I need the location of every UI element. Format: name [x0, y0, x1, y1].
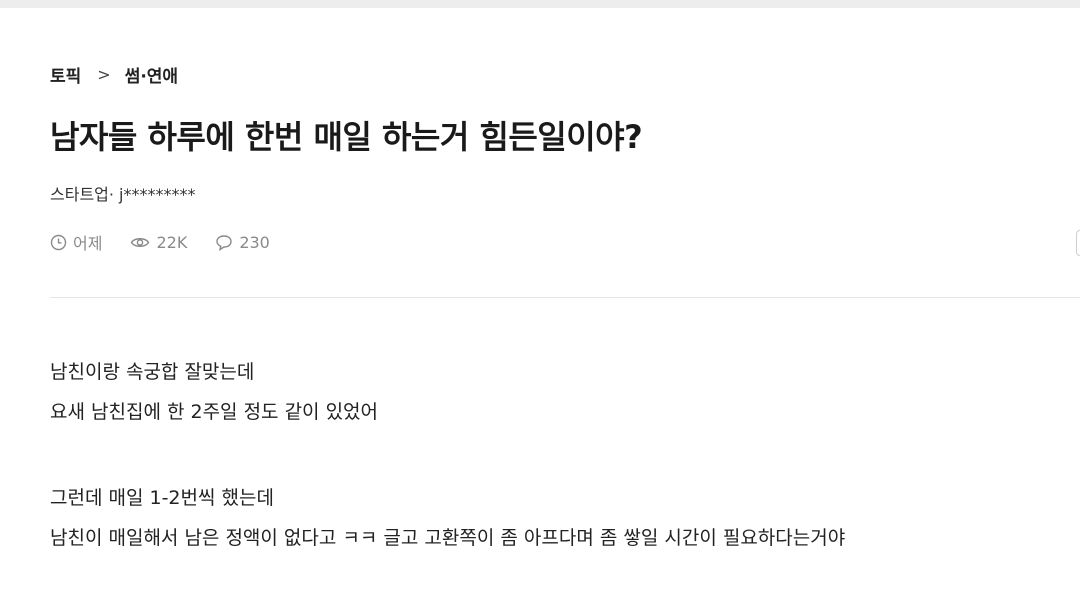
post-body-line: 요새 남친집에 한 2주일 정도 같이 있었어 — [50, 401, 379, 423]
breadcrumb-separator-icon: > — [97, 65, 111, 84]
breadcrumb: 토픽 > 썸·연애 — [50, 62, 178, 87]
post-author[interactable]: 스타트업· j********* — [50, 181, 196, 205]
post-body: 남친이랑 속궁합 잘맞는데 요새 남친집에 한 2주일 정도 같이 있었어 그런… — [50, 352, 1070, 558]
top-strip — [0, 0, 1080, 8]
post-title: 남자들 하루에 한번 매일 하는거 힘든일이야? — [50, 118, 643, 156]
eye-icon — [131, 237, 150, 247]
post-body-line: 남친이랑 속궁합 잘맞는데 — [50, 361, 255, 383]
post-page: 토픽 > 썸·연애 남자들 하루에 한번 매일 하는거 힘든일이야? 스타트업·… — [0, 8, 1080, 600]
meta-comments-count: 230 — [239, 232, 270, 252]
side-button[interactable] — [1076, 230, 1080, 256]
meta-views-count: 22K — [156, 232, 188, 252]
meta-views: 22K — [130, 233, 187, 252]
breadcrumb-category-link[interactable]: 썸·연애 — [125, 62, 178, 87]
post-meta: 어제 22K 230 — [50, 230, 298, 254]
meta-time: 어제 — [50, 230, 102, 254]
meta-time-label: 어제 — [73, 234, 103, 253]
clock-icon — [50, 234, 67, 250]
meta-comments[interactable]: 230 — [215, 233, 270, 252]
comment-icon — [216, 234, 233, 251]
breadcrumb-topic-link[interactable]: 토픽 — [50, 62, 81, 87]
divider — [50, 297, 1080, 298]
post-body-line: 남친이 매일해서 남은 정액이 없다고 ㅋㅋ 글고 고환쪽이 좀 아프다며 좀 … — [50, 527, 846, 549]
post-body-line: 그런데 매일 1-2번씩 했는데 — [50, 487, 274, 509]
